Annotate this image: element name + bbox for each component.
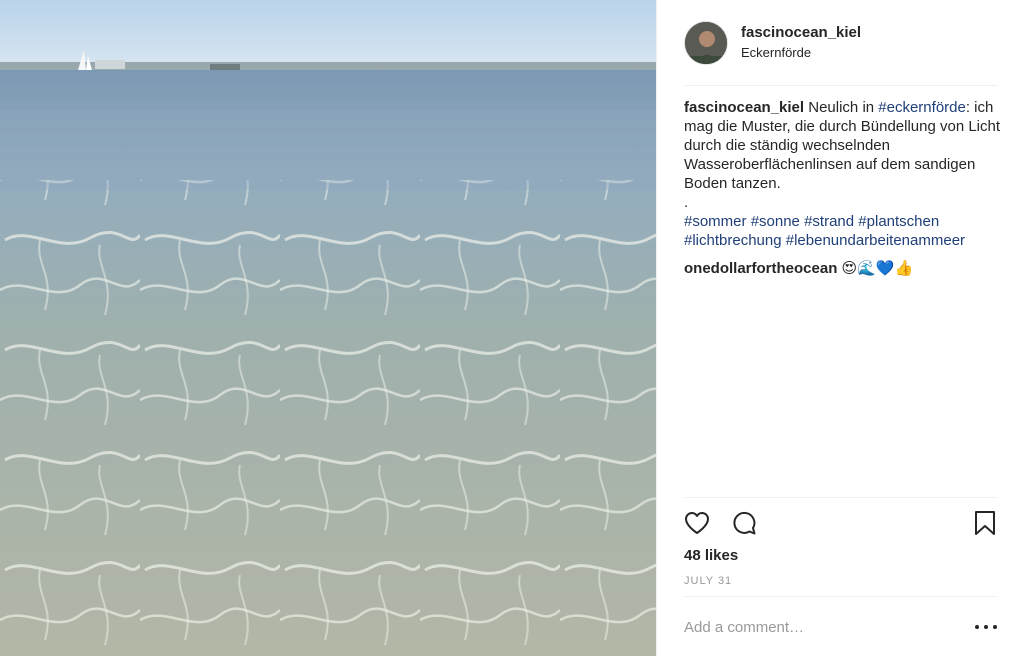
caption-username[interactable]: fascinocean_kiel	[684, 99, 804, 116]
more-options-button[interactable]	[975, 620, 997, 634]
hashtag[interactable]: #strand	[804, 213, 854, 230]
hashtag[interactable]: #plantschen	[858, 213, 939, 230]
post-date[interactable]: JULY 31	[684, 575, 732, 587]
post-header: fascinocean_kiel Eckernförde	[657, 0, 1024, 86]
comment-text: 😍🌊💙👍	[841, 260, 914, 277]
post-details-panel: fascinocean_kiel Eckernförde fascinocean…	[656, 0, 1024, 656]
caption: fascinocean_kiel Neulich in #eckernförde…	[684, 98, 1004, 250]
more-dots-icon	[975, 625, 979, 629]
beach-water-image	[0, 0, 656, 656]
caption-text-before: Neulich in	[804, 99, 879, 116]
hashtag[interactable]: #lichtbrechung	[684, 232, 782, 249]
comment-divider	[684, 596, 997, 597]
hashtag[interactable]: #lebenundarbeitenammeer	[786, 232, 965, 249]
comment-username[interactable]: onedollarfortheocean	[684, 260, 837, 277]
comments-list: fascinocean_kiel Neulich in #eckernförde…	[684, 98, 1004, 278]
avatar[interactable]	[684, 21, 728, 65]
comment-button[interactable]	[729, 508, 759, 538]
save-button[interactable]	[970, 508, 1000, 538]
comment-icon	[733, 511, 756, 535]
post-photo[interactable]	[0, 0, 656, 656]
actions-divider	[684, 497, 997, 498]
bookmark-icon	[975, 511, 995, 535]
like-button[interactable]	[682, 508, 712, 538]
hashtag[interactable]: #sonne	[751, 213, 800, 230]
action-bar	[684, 508, 997, 540]
caption-dot: .	[684, 194, 689, 211]
hashtag[interactable]: #sommer	[684, 213, 747, 230]
comment: onedollarfortheocean 😍🌊💙👍	[684, 259, 1004, 278]
post-username[interactable]: fascinocean_kiel	[741, 23, 861, 42]
add-comment-input[interactable]	[684, 616, 924, 638]
heart-icon	[685, 512, 709, 534]
likes-count[interactable]: 48 likes	[684, 547, 738, 564]
hashtag-location[interactable]: #eckernförde	[878, 99, 966, 116]
post-location[interactable]: Eckernförde	[741, 43, 861, 63]
header-divider	[684, 85, 997, 86]
